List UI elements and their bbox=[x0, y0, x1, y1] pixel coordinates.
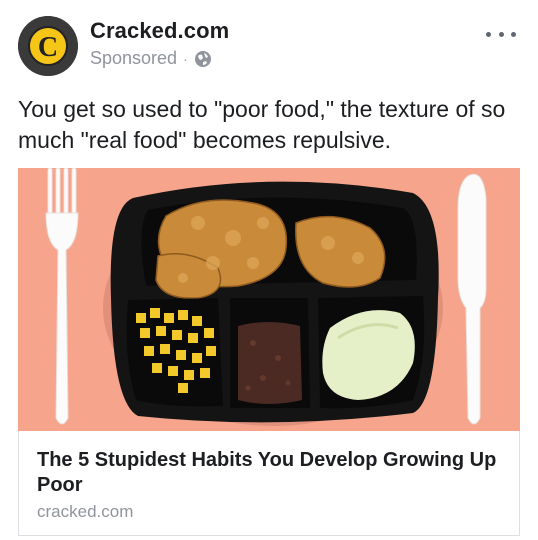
avatar-letter: C bbox=[38, 32, 58, 63]
link-title[interactable]: The 5 Stupidest Habits You Develop Growi… bbox=[37, 448, 507, 498]
link-preview-card[interactable]: The 5 Stupidest Habits You Develop Growi… bbox=[18, 168, 520, 536]
more-dot bbox=[498, 31, 504, 37]
link-preview-body: The 5 Stupidest Habits You Develop Growi… bbox=[37, 448, 507, 522]
cracked-logo-icon: C bbox=[18, 16, 78, 76]
globe-icon bbox=[194, 50, 211, 67]
post-meta: Sponsored · bbox=[90, 48, 212, 69]
post-header: C Cracked.com Sponsored · bbox=[18, 16, 520, 78]
meta-separator: · bbox=[183, 50, 188, 67]
tv-dinner-photo bbox=[18, 168, 520, 431]
post-message: You get so used to "poor food," the text… bbox=[18, 96, 506, 153]
sponsored-label[interactable]: Sponsored bbox=[90, 48, 177, 69]
brownie bbox=[238, 322, 302, 404]
more-dot bbox=[511, 31, 516, 37]
page-name-link[interactable]: Cracked.com bbox=[90, 18, 229, 44]
page-avatar[interactable]: C bbox=[18, 16, 78, 76]
link-domain: cracked.com bbox=[37, 502, 134, 521]
link-preview-image[interactable] bbox=[18, 168, 520, 431]
more-options-button[interactable] bbox=[486, 24, 516, 44]
more-dot bbox=[486, 31, 491, 37]
